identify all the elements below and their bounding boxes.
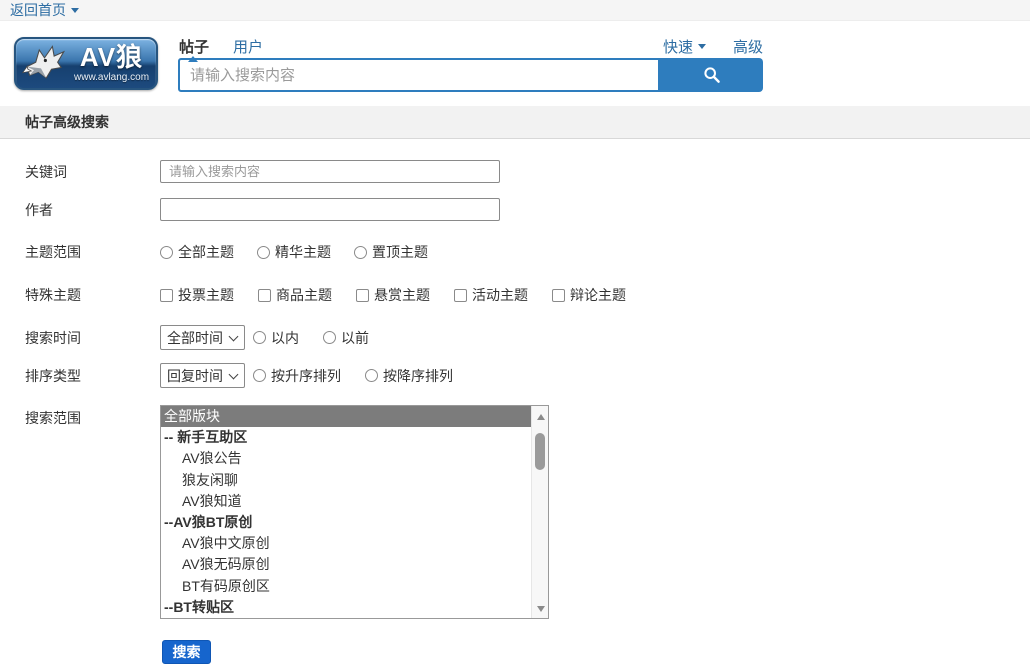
page-title: 帖子高级搜索 bbox=[25, 112, 109, 132]
section-header: 帖子高级搜索 bbox=[0, 106, 1030, 139]
advanced-search-link[interactable]: 高级 bbox=[733, 36, 763, 57]
wolf-icon bbox=[20, 43, 76, 85]
special-topic-row: 特殊主题 投票主题 商品主题 悬赏主题 活动主题 辩论主题 bbox=[25, 285, 1030, 305]
radio-sticky-topics[interactable]: 置顶主题 bbox=[354, 242, 428, 262]
scroll-down-button[interactable] bbox=[532, 602, 549, 616]
checkbox-poll-topic-input[interactable] bbox=[160, 289, 173, 302]
topic-range-label: 主题范围 bbox=[25, 242, 160, 262]
triangle-up-icon bbox=[537, 410, 545, 420]
search-time-row: 搜索时间 全部时间 以内 以前 bbox=[25, 325, 1030, 350]
search-time-label: 搜索时间 bbox=[25, 328, 160, 348]
sort-type-label: 排序类型 bbox=[25, 366, 160, 386]
logo-title: AV狼 bbox=[80, 44, 143, 70]
tab-users[interactable]: 用户 bbox=[233, 36, 263, 57]
radio-digest-topics-input[interactable] bbox=[257, 246, 270, 259]
radio-sort-desc[interactable]: 按降序排列 bbox=[365, 366, 453, 386]
checkbox-debate-topic-input[interactable] bbox=[552, 289, 565, 302]
submit-search-button[interactable]: 搜索 bbox=[162, 640, 211, 664]
caret-down-icon bbox=[698, 44, 706, 53]
quick-search-link[interactable]: 快速 bbox=[663, 36, 706, 57]
radio-all-topics[interactable]: 全部主题 bbox=[160, 242, 234, 262]
special-topic-label: 特殊主题 bbox=[25, 285, 160, 305]
search-scope-label: 搜索范围 bbox=[25, 405, 160, 428]
header: AV狼 www.avlang.com 帖子 用户 快速 高级 bbox=[0, 21, 1030, 106]
author-label: 作者 bbox=[25, 200, 160, 220]
scroll-up-button[interactable] bbox=[532, 408, 549, 422]
radio-all-topics-input[interactable] bbox=[160, 246, 173, 259]
radio-digest-topics[interactable]: 精华主题 bbox=[257, 242, 331, 262]
back-home-link[interactable]: 返回首页 bbox=[10, 0, 79, 20]
sort-type-select-wrap: 回复时间 bbox=[160, 363, 245, 388]
sort-type-select[interactable]: 回复时间 bbox=[160, 363, 245, 388]
radio-time-before[interactable]: 以前 bbox=[323, 328, 369, 348]
triangle-down-icon bbox=[537, 606, 545, 616]
topbar: 返回首页 bbox=[0, 0, 1030, 21]
list-item[interactable]: --BT转贴区 bbox=[161, 597, 531, 618]
search-scope-row: 搜索范围 全部版块 -- 新手互助区 AV狼公告 狼友闲聊 AV狼知道 --AV… bbox=[25, 405, 1030, 619]
back-home-label: 返回首页 bbox=[10, 0, 66, 20]
scrollbar-thumb[interactable] bbox=[535, 433, 545, 470]
list-item[interactable]: 全部版块 bbox=[161, 406, 531, 427]
caret-down-icon bbox=[71, 8, 79, 17]
header-search-input[interactable] bbox=[178, 58, 660, 92]
checkbox-reward-topic[interactable]: 悬赏主题 bbox=[356, 285, 430, 305]
search-time-select[interactable]: 全部时间 bbox=[160, 325, 245, 350]
list-item[interactable]: -- 新手互助区 bbox=[161, 427, 531, 448]
radio-sort-desc-input[interactable] bbox=[365, 369, 378, 382]
radio-sort-asc[interactable]: 按升序排列 bbox=[253, 366, 341, 386]
advanced-search-form: 关键词 作者 主题范围 全部主题 精华主题 置顶主题 特殊主题 bbox=[0, 139, 1030, 664]
topic-range-row: 主题范围 全部主题 精华主题 置顶主题 bbox=[25, 242, 1030, 262]
list-item[interactable]: AV狼公告 bbox=[161, 448, 531, 469]
logo-url: www.avlang.com bbox=[74, 73, 149, 83]
list-item[interactable]: 狼友闲聊 bbox=[161, 470, 531, 491]
checkbox-reward-topic-input[interactable] bbox=[356, 289, 369, 302]
list-item[interactable]: AV狼中文原创 bbox=[161, 533, 531, 554]
radio-sticky-topics-input[interactable] bbox=[354, 246, 367, 259]
checkbox-goods-topic-input[interactable] bbox=[258, 289, 271, 302]
active-tab-pointer bbox=[188, 51, 198, 62]
radio-time-within-input[interactable] bbox=[253, 331, 266, 344]
checkbox-debate-topic[interactable]: 辩论主题 bbox=[552, 285, 626, 305]
checkbox-poll-topic[interactable]: 投票主题 bbox=[160, 285, 234, 305]
list-item[interactable]: AV狼知道 bbox=[161, 491, 531, 512]
keyword-input[interactable] bbox=[160, 160, 500, 183]
checkbox-activity-topic-input[interactable] bbox=[454, 289, 467, 302]
search-icon bbox=[703, 66, 721, 84]
keyword-row: 关键词 bbox=[25, 160, 1030, 183]
radio-sort-asc-input[interactable] bbox=[253, 369, 266, 382]
radio-time-within[interactable]: 以内 bbox=[253, 328, 299, 348]
header-search-button[interactable] bbox=[660, 58, 763, 92]
checkbox-activity-topic[interactable]: 活动主题 bbox=[454, 285, 528, 305]
sort-type-row: 排序类型 回复时间 按升序排列 按降序排列 bbox=[25, 363, 1030, 388]
author-row: 作者 bbox=[25, 198, 1030, 221]
search-time-select-wrap: 全部时间 bbox=[160, 325, 245, 350]
list-item[interactable]: BT有码原创区 bbox=[161, 576, 531, 597]
header-search-bar bbox=[178, 58, 763, 92]
forum-scope-listbox[interactable]: 全部版块 -- 新手互助区 AV狼公告 狼友闲聊 AV狼知道 --AV狼BT原创… bbox=[160, 405, 549, 619]
listbox-scrollbar[interactable] bbox=[531, 406, 548, 618]
radio-time-before-input[interactable] bbox=[323, 331, 336, 344]
list-item[interactable]: --AV狼BT原创 bbox=[161, 512, 531, 533]
list-item[interactable]: AV狼无码原创 bbox=[161, 554, 531, 575]
author-input[interactable] bbox=[160, 198, 500, 221]
keyword-label: 关键词 bbox=[25, 162, 160, 182]
checkbox-goods-topic[interactable]: 商品主题 bbox=[258, 285, 332, 305]
header-links: 快速 高级 bbox=[663, 36, 763, 57]
site-logo[interactable]: AV狼 www.avlang.com bbox=[14, 37, 158, 90]
